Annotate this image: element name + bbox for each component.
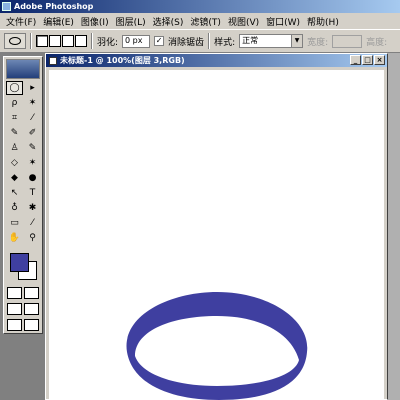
ellipse-ring <box>126 292 308 400</box>
pen-tool-icon[interactable]: ♁ <box>6 201 23 215</box>
document-title-bar[interactable]: 未标题-1 @ 100%(图层 3,RGB) _ □ × <box>46 54 387 67</box>
jump-to-row <box>4 315 42 331</box>
toolbox: ◯ ▸ ρ ✶ ⌗ ⁄ ✎ ✐ ♙ ✎ ◇ ✶ ◆ ● ↖ T ♁ ✱ ▭ ⁄ … <box>3 56 43 334</box>
app-title-bar: Adobe Photoshop <box>0 0 400 13</box>
magic-wand-tool-icon[interactable]: ✶ <box>24 96 41 110</box>
jump-to-extra-button[interactable] <box>24 319 39 331</box>
custom-shape-tool-icon[interactable]: ✱ <box>24 201 41 215</box>
app-title: Adobe Photoshop <box>14 2 94 11</box>
subtract-selection-button[interactable] <box>62 35 74 47</box>
window-buttons: _ □ × <box>350 55 385 65</box>
marquee-tool-icon[interactable]: ◯ <box>6 81 23 95</box>
style-value: 正常 <box>242 36 259 45</box>
color-swatches <box>7 251 40 283</box>
move-tool-icon[interactable]: ▸ <box>24 81 41 95</box>
foreground-color-swatch[interactable] <box>10 253 29 272</box>
canvas-artwork <box>126 292 308 400</box>
hand-tool-icon[interactable]: ✋ <box>6 231 23 245</box>
selection-mode-group <box>36 35 87 47</box>
document-window: 未标题-1 @ 100%(图层 3,RGB) _ □ × <box>45 53 388 400</box>
separator <box>208 33 211 49</box>
menu-filter[interactable]: 滤镜(T) <box>190 15 221 28</box>
options-bar: 羽化: 0 px ✓ 消除锯齿 样式: 正常 ▼ 宽度: 高度: <box>0 29 400 53</box>
type-tool-icon[interactable]: T <box>24 186 41 200</box>
jump-to-imageready-button[interactable] <box>7 319 22 331</box>
separator <box>30 33 32 49</box>
menu-help[interactable]: 帮助(H) <box>307 15 339 28</box>
menu-layer[interactable]: 图层(L) <box>116 15 146 28</box>
slice-tool-icon[interactable]: ⁄ <box>24 111 41 125</box>
close-button[interactable]: × <box>374 55 385 65</box>
minimize-button[interactable]: _ <box>350 55 361 65</box>
feather-input[interactable]: 0 px <box>122 34 151 48</box>
tool-grid: ◯ ▸ ρ ✶ ⌗ ⁄ ✎ ✐ ♙ ✎ ◇ ✶ ◆ ● ↖ T ♁ ✱ ▭ ⁄ … <box>4 81 42 245</box>
menu-image[interactable]: 图像(I) <box>81 15 109 28</box>
elliptical-marquee-icon <box>9 37 21 45</box>
quick-mask-modes <box>4 283 42 299</box>
full-screen-button[interactable] <box>24 303 39 315</box>
standard-screen-button[interactable] <box>7 303 22 315</box>
menu-window[interactable]: 窗口(W) <box>266 15 300 28</box>
style-select[interactable]: 正常 ▼ <box>239 34 304 48</box>
history-brush-tool-icon[interactable]: ✎ <box>24 141 41 155</box>
zoom-tool-icon[interactable]: ⚲ <box>24 231 41 245</box>
menu-view[interactable]: 视图(V) <box>228 15 259 28</box>
style-label: 样式: <box>214 37 236 48</box>
dodge-tool-icon[interactable]: ● <box>24 171 41 185</box>
add-selection-button[interactable] <box>49 35 61 47</box>
maximize-button[interactable]: □ <box>362 55 373 65</box>
width-input <box>332 34 363 48</box>
feather-label: 羽化: <box>97 37 119 48</box>
antialias-label: 消除锯齿 <box>168 37 205 48</box>
antialias-checkbox[interactable]: ✓ <box>154 36 165 46</box>
standard-mode-button[interactable] <box>7 287 22 299</box>
healing-brush-tool-icon[interactable]: ✎ <box>6 126 23 140</box>
eraser-tool-icon[interactable]: ◇ <box>6 156 23 170</box>
quick-mask-mode-button[interactable] <box>24 287 39 299</box>
width-label: 宽度: <box>307 37 329 48</box>
tool-preset-picker[interactable] <box>4 33 26 49</box>
new-selection-button[interactable] <box>36 35 48 47</box>
chevron-down-icon: ▼ <box>291 35 303 47</box>
menu-bar: 文件(F) 编辑(E) 图像(I) 图层(L) 选择(S) 滤镜(T) 视图(V… <box>0 13 400 29</box>
menu-edit[interactable]: 编辑(E) <box>43 15 74 28</box>
photoshop-icon <box>2 2 11 11</box>
intersect-selection-button[interactable] <box>75 35 87 47</box>
crop-tool-icon[interactable]: ⌗ <box>6 111 23 125</box>
blur-tool-icon[interactable]: ◆ <box>6 171 23 185</box>
menu-file[interactable]: 文件(F) <box>6 15 36 28</box>
eyedropper-tool-icon[interactable]: ⁄ <box>24 216 41 230</box>
separator <box>91 33 93 49</box>
menu-select[interactable]: 选择(S) <box>153 15 184 28</box>
document-title: 未标题-1 @ 100%(图层 3,RGB) <box>60 56 185 65</box>
image-canvas[interactable] <box>49 70 384 400</box>
notes-tool-icon[interactable]: ▭ <box>6 216 23 230</box>
brush-tool-icon[interactable]: ✐ <box>24 126 41 140</box>
paint-bucket-tool-icon[interactable]: ✶ <box>24 156 41 170</box>
screen-modes <box>4 299 42 315</box>
workspace-right-edge <box>388 53 400 400</box>
document-icon <box>49 56 57 65</box>
path-selection-tool-icon[interactable]: ↖ <box>6 186 23 200</box>
lasso-tool-icon[interactable]: ρ <box>6 96 23 110</box>
height-label: 高度: <box>366 37 388 48</box>
clone-stamp-tool-icon[interactable]: ♙ <box>6 141 23 155</box>
toolbox-logo[interactable] <box>6 59 40 79</box>
